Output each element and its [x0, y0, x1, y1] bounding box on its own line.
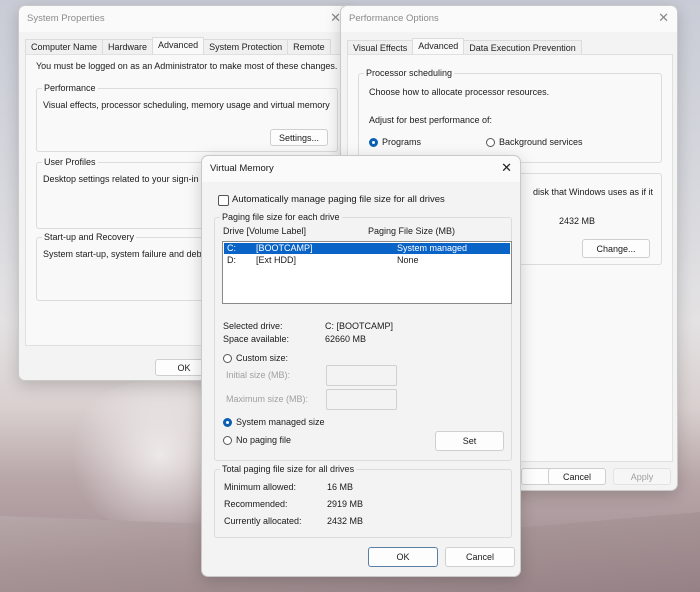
drive-letter: D:: [227, 255, 236, 265]
background-services-radio[interactable]: [486, 138, 495, 147]
no-paging-file-radio[interactable]: [223, 436, 232, 445]
performance-description: Visual effects, processor scheduling, me…: [43, 100, 330, 110]
selected-drive-label: Selected drive:: [223, 321, 283, 331]
system-managed-radio[interactable]: [223, 418, 232, 427]
performance-settings-button[interactable]: Settings...: [270, 129, 328, 146]
performance-options-title: Performance Options: [349, 13, 439, 24]
close-icon[interactable]: ✕: [501, 160, 512, 176]
drive-paging-size: None: [397, 255, 419, 265]
currently-allocated-value: 2432 MB: [327, 516, 364, 526]
minimum-allowed-label: Minimum allowed:: [224, 482, 297, 492]
maximum-size-input[interactable]: [326, 389, 397, 410]
performance-options-cancel-button[interactable]: Cancel: [548, 468, 606, 485]
initial-size-label: Initial size (MB):: [226, 370, 291, 380]
virtual-memory-ok-button[interactable]: OK: [368, 547, 438, 567]
set-button[interactable]: Set: [435, 431, 504, 451]
tab-advanced[interactable]: Advanced: [152, 37, 205, 55]
close-icon[interactable]: ✕: [658, 10, 669, 26]
performance-group: Performance Visual effects, processor sc…: [36, 83, 338, 152]
minimum-allowed-value: 16 MB: [327, 482, 354, 492]
virtual-memory-dialog: Virtual Memory ✕ Automatically manage pa…: [201, 155, 521, 577]
system-properties-titlebar: System Properties ✕: [19, 6, 349, 32]
user-profiles-description: Desktop settings related to your sign-in: [43, 174, 199, 184]
background-services-label: Background services: [499, 137, 583, 147]
per-drive-group-label: Paging file size for each drive: [220, 212, 342, 222]
space-available-label: Space available:: [223, 334, 290, 344]
admin-notice: You must be logged on as an Administrato…: [36, 61, 338, 71]
drive-volume-label: [Ext HDD]: [256, 255, 297, 265]
paging-size-column-header: Paging File Size (MB): [368, 226, 456, 236]
auto-manage-label: Automatically manage paging file size fo…: [232, 194, 445, 205]
system-properties-title: System Properties: [27, 13, 105, 24]
totals-group-label: Total paging file size for all drives: [220, 464, 357, 474]
drive-volume-label: [BOOTCAMP]: [256, 243, 313, 253]
programs-label: Programs: [382, 137, 422, 147]
selected-drive-value: C: [BOOTCAMP]: [325, 321, 394, 331]
auto-manage-checkbox[interactable]: [218, 195, 229, 206]
startup-recovery-description: System start-up, system failure and debu…: [43, 249, 212, 259]
user-profiles-label: User Profiles: [42, 157, 98, 167]
drive-list-row[interactable]: D: [Ext HDD] None: [224, 255, 510, 266]
custom-size-radio[interactable]: [223, 354, 232, 363]
no-paging-file-label: No paging file: [236, 435, 292, 445]
totals-group: Total paging file size for all drives Mi…: [214, 464, 512, 538]
virtual-memory-title: Virtual Memory: [210, 163, 274, 174]
virtual-memory-titlebar: Virtual Memory ✕: [202, 156, 520, 182]
drive-list-row[interactable]: C: [BOOTCAMP] System managed: [224, 243, 510, 254]
currently-allocated-label: Currently allocated:: [224, 516, 302, 526]
performance-options-apply-button[interactable]: Apply: [613, 468, 671, 485]
performance-label: Performance: [42, 83, 98, 93]
processor-scheduling-group: Processor scheduling Choose how to alloc…: [358, 68, 662, 163]
system-managed-label: System managed size: [236, 417, 325, 427]
maximum-size-label: Maximum size (MB):: [226, 394, 309, 404]
drive-paging-size: System managed: [397, 243, 468, 253]
drive-column-header: Drive [Volume Label]: [223, 226, 307, 236]
drive-letter: C:: [227, 243, 236, 253]
change-virtual-memory-button[interactable]: Change...: [582, 239, 650, 258]
custom-size-label: Custom size:: [236, 353, 289, 363]
startup-recovery-label: Start-up and Recovery: [42, 232, 137, 242]
processor-scheduling-label: Processor scheduling: [364, 68, 455, 78]
recommended-value: 2919 MB: [327, 499, 364, 509]
virtual-memory-total-size: 2432 MB: [559, 216, 596, 226]
adjust-performance-label: Adjust for best performance of:: [369, 115, 493, 125]
drive-list[interactable]: C: [BOOTCAMP] System managed D: [Ext HDD…: [222, 241, 512, 304]
space-available-value: 62660 MB: [325, 334, 367, 344]
virtual-memory-cancel-button[interactable]: Cancel: [445, 547, 515, 567]
recommended-label: Recommended:: [224, 499, 288, 509]
processor-scheduling-description: Choose how to allocate processor resourc…: [369, 87, 550, 97]
performance-options-titlebar: Performance Options ✕: [341, 6, 677, 32]
programs-radio[interactable]: [369, 138, 378, 147]
initial-size-input[interactable]: [326, 365, 397, 386]
